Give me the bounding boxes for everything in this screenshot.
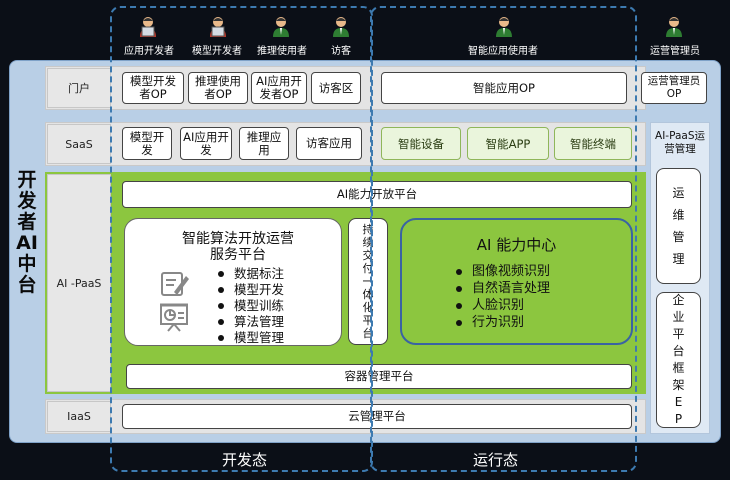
- user-icon: [333, 17, 349, 37]
- ai-paas-ops-title: AI-PaaS运营管理: [655, 130, 705, 155]
- role-visitor: 访客: [331, 46, 351, 57]
- row-label-iaas: IaaS: [47, 401, 111, 432]
- enterprise-framework-box[interactable]: 企业平台框架EP: [656, 292, 701, 428]
- run-state-region: [370, 6, 637, 472]
- user-icon: [666, 17, 682, 37]
- side-title-text: 开发者AI中台: [16, 169, 38, 296]
- user-icon: [273, 17, 289, 37]
- dev-state-region: [110, 6, 373, 472]
- side-title: 开发者AI中台: [14, 170, 40, 296]
- developer-user-icon: [140, 17, 156, 37]
- ops-mgmt-box[interactable]: 运维管理: [656, 168, 701, 284]
- role-app-developer: 应用开发者: [124, 46, 174, 57]
- row-label-saas: SaaS: [47, 124, 111, 164]
- row-label-portal: 门户: [47, 68, 111, 108]
- dev-state-label: 开发态: [222, 451, 268, 469]
- role-smart-app-user: 智能应用使用者: [468, 46, 538, 57]
- user-icon: [496, 17, 512, 37]
- role-inference-user: 推理使用者: [257, 46, 307, 57]
- portal-ops-admin-op[interactable]: 运营管理员OP: [641, 72, 707, 104]
- role-model-developer: 模型开发者: [192, 46, 242, 57]
- developer-user-icon: [210, 17, 226, 37]
- run-state-label: 运行态: [473, 451, 519, 469]
- row-label-paas: AI -PaaS: [47, 174, 111, 392]
- role-ops-admin: 运营管理员: [650, 46, 700, 57]
